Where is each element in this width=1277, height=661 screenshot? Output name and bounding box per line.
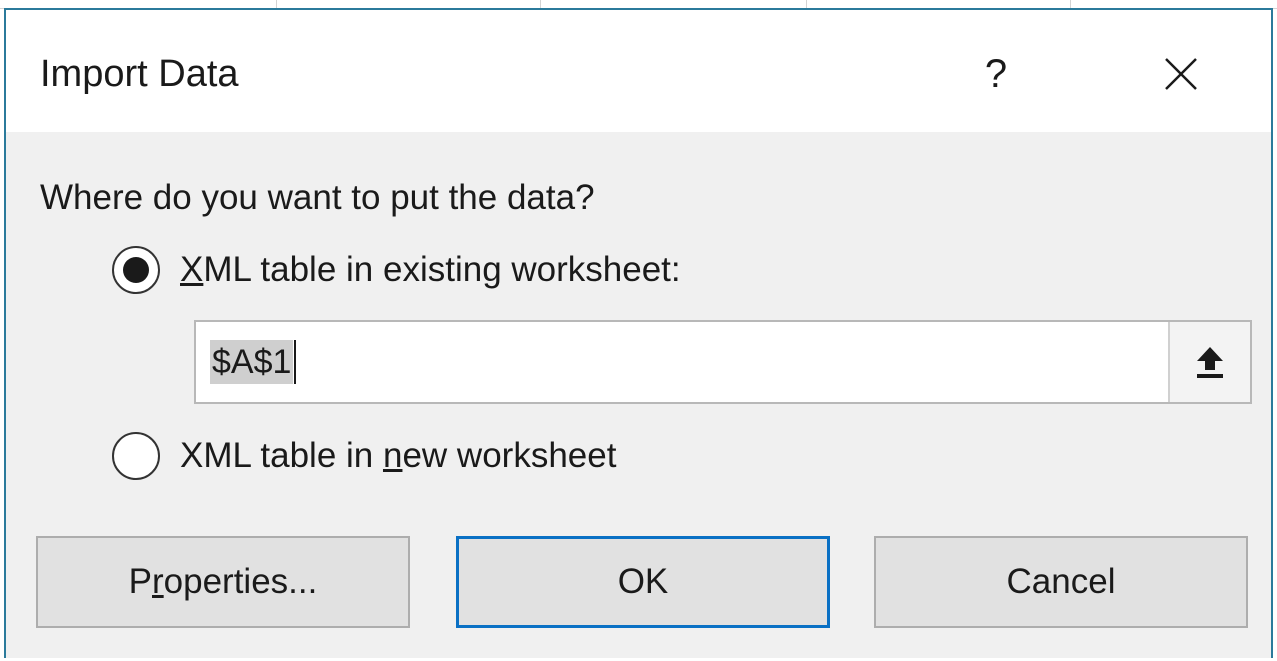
radio-existing-worksheet[interactable]: XML table in existing worksheet: [112,246,681,294]
cell-reference-input[interactable]: $A$1 [194,320,1252,404]
grid-line [540,0,541,8]
collapse-dialog-icon [1197,347,1223,378]
cell-reference-value: $A$1 [210,340,294,384]
mnemonic-n: n [382,436,403,475]
cancel-button[interactable]: Cancel [874,536,1248,628]
radio-new-worksheet[interactable]: XML table in new worksheet [112,432,616,480]
dialog-title-bar: Import Data ? [6,10,1271,132]
grid-line [1070,0,1071,8]
question-mark-icon: ? [984,51,1008,96]
radio-label-new: XML table in new worksheet [180,436,617,475]
close-button[interactable] [1134,36,1228,112]
text-caret [294,340,297,384]
collapse-dialog-button[interactable] [1168,322,1250,402]
destination-prompt: Where do you want to put the data? [40,178,595,217]
mnemonic-r: r [152,562,164,601]
radio-circle-new[interactable] [112,432,160,480]
mnemonic-x: X [180,250,204,289]
radio-circle-existing[interactable] [112,246,160,294]
help-button[interactable]: ? [954,36,1038,112]
ok-button[interactable]: OK [456,536,830,628]
dialog-title: Import Data [40,53,239,95]
grid-line [276,0,277,8]
radio-label-existing: XML table in existing worksheet: [180,250,681,289]
radio-selected-dot [123,257,149,283]
import-data-dialog: Import Data ? Where do you want to put t… [4,8,1273,658]
properties-button[interactable]: Pr operties... [36,536,410,628]
close-x-icon [1165,58,1197,90]
cell-reference-value-wrap: $A$1 [210,340,297,384]
grid-line [806,0,807,8]
